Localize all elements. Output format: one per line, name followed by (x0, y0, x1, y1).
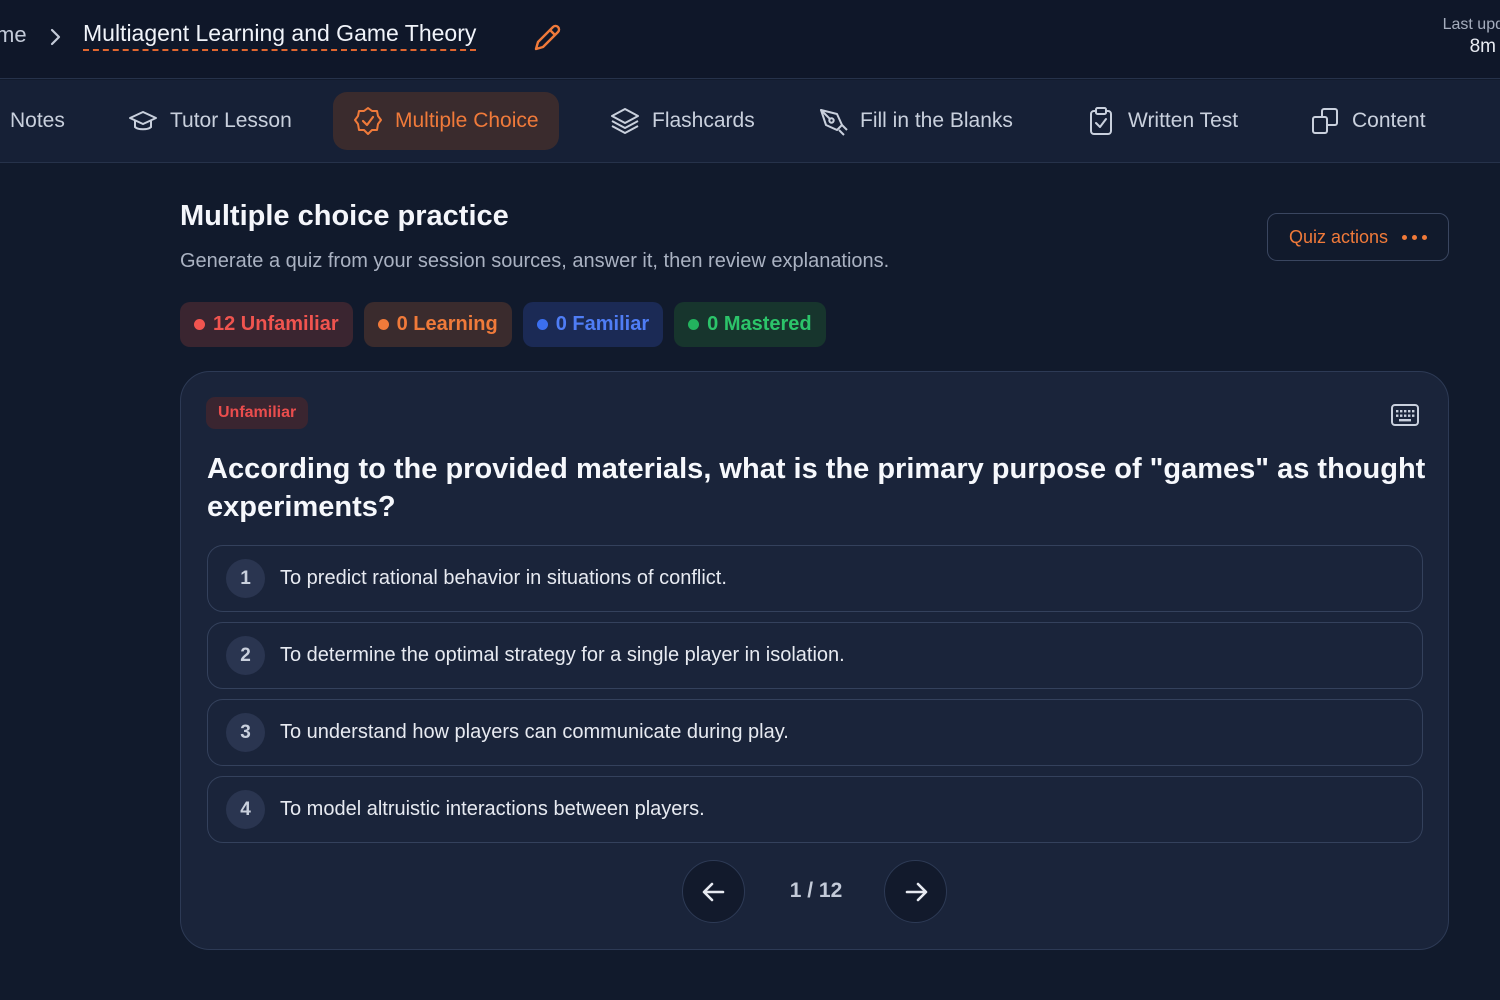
option-text: To model altruistic interactions between… (280, 798, 705, 820)
quiz-actions-button[interactable]: Quiz actions (1267, 213, 1449, 261)
last-updated-label: Last upd (1442, 16, 1500, 33)
tab-label: Tutor Lesson (170, 109, 292, 132)
check-badge-icon (354, 107, 382, 135)
page-title: Multiple choice practice (180, 200, 509, 232)
tab-label: Notes (10, 109, 65, 132)
answer-option-1[interactable]: 1 To predict rational behavior in situat… (207, 545, 1423, 612)
status-dot (688, 319, 700, 330)
chip-label: 0 Learning (396, 313, 498, 335)
previous-question-button[interactable] (682, 860, 745, 923)
chip-familiar[interactable]: 0 Familiar (522, 302, 664, 347)
copy-icon (1312, 108, 1338, 134)
tab-written-test[interactable]: Written Test (1066, 92, 1258, 150)
tab-tutor-lesson[interactable]: Tutor Lesson (108, 92, 312, 150)
chevron-right-icon (50, 28, 61, 46)
option-number: 4 (226, 790, 265, 829)
chip-mastered[interactable]: 0 Mastered (674, 302, 826, 347)
chip-label: 12 Unfamiliar (213, 313, 339, 335)
session-title[interactable]: Multiagent Learning and Game Theory (83, 20, 477, 51)
breadcrumb-home[interactable]: me (0, 22, 27, 48)
page-subtitle: Generate a quiz from your session source… (180, 250, 890, 272)
tab-bar: Notes Tutor Lesson Multiple Choice Flash… (0, 80, 1500, 163)
last-updated: Last upd 8m (1435, 16, 1500, 58)
pen-tool-icon (820, 109, 848, 136)
tab-label: Written Test (1128, 109, 1239, 132)
tab-notes[interactable]: Notes (0, 92, 85, 150)
chip-unfamiliar[interactable]: 12 Unfamiliar (180, 302, 353, 347)
tab-label: Flashcards (652, 109, 755, 132)
last-updated-value: 8m (1469, 36, 1496, 57)
layers-icon (611, 108, 639, 134)
chip-label: 0 Mastered (707, 313, 812, 335)
status-dot (536, 319, 548, 330)
tab-fill-in-the-blanks[interactable]: Fill in the Blanks (798, 92, 1033, 150)
arrow-right-icon (905, 882, 927, 901)
option-text: To predict rational behavior in situatio… (280, 567, 727, 589)
clipboard-check-icon (1090, 107, 1112, 135)
option-text: To determine the optimal strategy for a … (280, 644, 845, 666)
option-text: To understand how players can communicat… (280, 721, 789, 743)
chip-learning[interactable]: 0 Learning (363, 302, 512, 347)
mastery-chips: 12 Unfamiliar 0 Learning 0 Familiar 0 Ma… (180, 302, 826, 347)
question-counter: 1 / 12 (789, 879, 843, 902)
question-card: Unfamiliar According to the provided mat… (180, 371, 1449, 950)
tab-multiple-choice[interactable]: Multiple Choice (333, 92, 559, 150)
question-text: According to the provided materials, wha… (207, 453, 1426, 523)
more-horizontal-icon (1402, 234, 1428, 240)
chip-label: 0 Familiar (555, 313, 650, 335)
option-number: 2 (226, 636, 265, 675)
tab-flashcards[interactable]: Flashcards (590, 92, 775, 150)
answer-option-2[interactable]: 2 To determine the optimal strategy for … (207, 622, 1423, 689)
quiz-actions-label: Quiz actions (1288, 226, 1389, 247)
status-dot (194, 319, 205, 330)
pencil-icon[interactable] (530, 21, 564, 55)
tab-label: Multiple Choice (395, 109, 539, 132)
tab-content[interactable]: Content (1290, 92, 1446, 150)
mastery-badge: Unfamiliar (206, 397, 309, 429)
status-dot (377, 319, 389, 330)
graduation-cap-icon (129, 111, 157, 131)
top-bar: me Multiagent Learning and Game Theory L… (0, 0, 1500, 79)
option-number: 3 (226, 713, 265, 752)
answer-option-3[interactable]: 3 To understand how players can communic… (207, 699, 1423, 766)
arrow-left-icon (702, 882, 724, 901)
keyboard-icon[interactable] (1390, 402, 1420, 428)
answer-option-4[interactable]: 4 To model altruistic interactions betwe… (207, 776, 1423, 843)
option-number: 1 (226, 559, 265, 598)
next-question-button[interactable] (884, 860, 947, 923)
tab-label: Content (1352, 109, 1426, 132)
tab-label: Fill in the Blanks (860, 109, 1013, 132)
